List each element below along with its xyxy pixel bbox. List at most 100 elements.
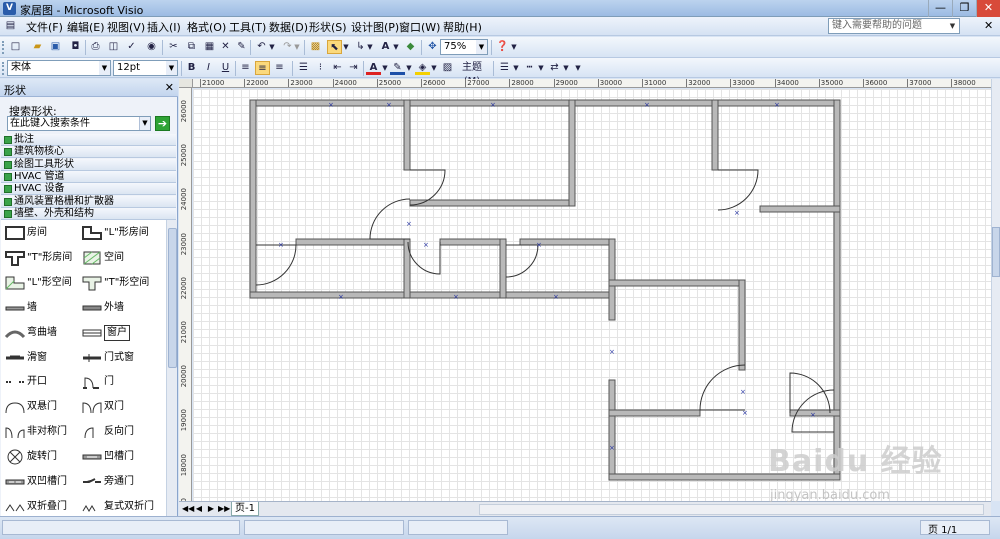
menu-tools[interactable]: 工具(T) [229, 19, 266, 35]
chevron-down-icon[interactable]: ▼ [139, 117, 150, 130]
shape-master[interactable]: "T"形房间 [1, 248, 81, 268]
fill-color-dropdown-icon[interactable]: ▼ [430, 61, 438, 75]
scrollbar-thumb[interactable] [992, 227, 1000, 277]
shapes-scrollbar[interactable] [166, 220, 177, 516]
menu-window[interactable]: 窗口(W) [399, 19, 440, 35]
shape-master[interactable]: 旋转门 [1, 447, 81, 467]
search-go-arrow-icon[interactable]: ➔ [155, 116, 170, 131]
shape-master[interactable]: 窗户 [78, 323, 158, 343]
underline-button[interactable]: U [218, 61, 233, 75]
shape-master[interactable]: 非对称门 [1, 422, 81, 442]
menu-insert[interactable]: 插入(I) [147, 19, 181, 35]
shape-master[interactable]: 弯曲墙 [1, 323, 81, 343]
zoom-select[interactable]: 75% ▼ [440, 39, 488, 55]
bold-button[interactable]: B [184, 61, 199, 75]
research-icon[interactable]: ◉ [144, 40, 159, 54]
theme-button[interactable]: 主题(M) [454, 61, 490, 87]
undo-dropdown-icon[interactable]: ▼ [268, 40, 276, 54]
paste-icon[interactable]: ▦ [202, 40, 217, 54]
shape-master[interactable]: 空间 [78, 248, 158, 268]
shape-master[interactable]: 滑窗 [1, 348, 81, 368]
menu-data[interactable]: 数据(D) [269, 19, 308, 35]
document-icon[interactable]: ▤ [3, 19, 18, 33]
menu-format[interactable]: 格式(O) [187, 19, 226, 35]
shape-master[interactable]: 门 [78, 372, 158, 392]
text-dropdown-icon[interactable]: ▼ [392, 40, 400, 54]
line-weight-dropdown-icon[interactable]: ▼ [512, 61, 520, 75]
shape-master[interactable]: 双门 [78, 397, 158, 417]
stencil-header[interactable]: 建筑物核心 [1, 146, 176, 159]
undo-icon[interactable]: ↶ [254, 40, 269, 54]
line-weight-icon[interactable]: ☰ [497, 61, 512, 75]
maximize-button[interactable]: ❐ [952, 0, 976, 17]
print-preview-icon[interactable]: ◫ [106, 40, 121, 54]
theme-icon[interactable]: ▨ [440, 61, 455, 75]
pointer-dropdown-icon[interactable]: ▼ [342, 40, 350, 54]
vertical-ruler[interactable]: 26000 25000 24000 23000 22000 21000 20000 19000… [179, 88, 192, 501]
shape-master[interactable]: 旁通门 [78, 472, 158, 492]
font-select[interactable]: 宋体 ▼ [7, 60, 111, 76]
tab-page-1[interactable]: 页-1 [231, 502, 259, 516]
font-color-icon[interactable]: A [366, 61, 381, 75]
floor-plan-doors[interactable] [255, 169, 835, 433]
first-page-icon[interactable]: ◀◀ [182, 503, 194, 515]
increase-indent-icon[interactable]: ⇥ [346, 61, 361, 75]
format-painter-icon[interactable]: ✎ [234, 40, 249, 54]
stencil-header[interactable]: 批注 [1, 134, 176, 146]
shape-master[interactable]: 双折叠门 [1, 497, 81, 516]
last-page-icon[interactable]: ▶▶ [218, 503, 230, 515]
pan-zoom-icon[interactable]: ✥ [425, 40, 440, 54]
connector-dropdown-icon[interactable]: ▼ [366, 40, 374, 54]
shape-master[interactable]: 双悬门 [1, 397, 81, 417]
shape-master[interactable]: 凹槽门 [78, 447, 158, 467]
spelling-icon[interactable]: ✓ [124, 40, 139, 54]
align-right-icon[interactable]: ≡ [272, 61, 287, 75]
justify-icon[interactable]: ☰ [296, 61, 311, 75]
toolbar-options-icon[interactable]: ▼ [574, 61, 582, 75]
font-color-dropdown-icon[interactable]: ▼ [381, 61, 389, 75]
align-left-icon[interactable]: ≡ [238, 61, 253, 75]
decrease-indent-icon[interactable]: ⇤ [330, 61, 345, 75]
horizontal-ruler[interactable]: 21000 22000 23000 24000 25000 26000 27000 28000… [193, 79, 991, 88]
help-icon[interactable]: ❓ [495, 40, 510, 54]
line-pattern-dropdown-icon[interactable]: ▼ [537, 61, 545, 75]
stencil-header[interactable]: HVAC 管道 [1, 170, 176, 183]
chevron-down-icon[interactable]: ▼ [166, 61, 177, 75]
floor-plan-walls[interactable] [249, 99, 841, 481]
document-close-button[interactable]: ✕ [984, 19, 993, 32]
shapes-window-icon[interactable]: ▩ [308, 40, 323, 54]
redo-dropdown-icon[interactable]: ▼ [293, 40, 301, 54]
stencil-header[interactable]: 绘图工具形状 [1, 158, 176, 171]
line-ends-dropdown-icon[interactable]: ▼ [562, 61, 570, 75]
shape-master[interactable]: 复式双折门 [78, 497, 158, 516]
chevron-down-icon[interactable]: ▼ [476, 40, 487, 54]
bullets-icon[interactable]: ⁝ [313, 61, 328, 75]
shape-master[interactable]: "T"形空间 [78, 273, 158, 293]
minimize-button[interactable]: — [928, 0, 952, 17]
search-shapes-input[interactable]: 在此键入搜索条件 ▼ [7, 116, 151, 131]
line-ends-icon[interactable]: ⇄ [547, 61, 562, 75]
close-button[interactable]: ✕ [976, 0, 1000, 17]
menu-view[interactable]: 视图(V) [107, 19, 145, 35]
pointer-tool-icon[interactable]: ⬉ [327, 40, 342, 54]
shape-master[interactable]: "L"形房间 [78, 223, 158, 243]
menu-plan[interactable]: 设计图(P) [351, 19, 399, 35]
delete-icon[interactable]: ✕ [218, 40, 233, 54]
shape-master[interactable]: 反向门 [78, 422, 158, 442]
shape-master[interactable]: 开口 [1, 372, 81, 392]
save-icon[interactable]: ▣ [48, 40, 63, 54]
drawing-tools-icon[interactable]: ◆ [403, 40, 418, 54]
italic-button[interactable]: I [201, 61, 216, 75]
copy-icon[interactable]: ⧉ [184, 40, 199, 54]
shape-master[interactable]: 外墙 [78, 298, 158, 318]
permission-icon[interactable]: ◘ [68, 40, 83, 54]
line-pattern-icon[interactable]: ┅ [522, 61, 537, 75]
toolbar-grip[interactable] [2, 62, 5, 75]
open-icon[interactable]: ▰ [30, 40, 45, 54]
menu-edit[interactable]: 编辑(E) [67, 19, 105, 35]
stencil-header[interactable]: 通风装置格栅和扩散器 [1, 195, 176, 208]
line-color-dropdown-icon[interactable]: ▼ [405, 61, 413, 75]
visio-app-icon[interactable]: V [3, 2, 16, 15]
close-icon[interactable]: ✕ [165, 81, 174, 94]
shape-master[interactable]: 双凹槽门 [1, 472, 81, 492]
